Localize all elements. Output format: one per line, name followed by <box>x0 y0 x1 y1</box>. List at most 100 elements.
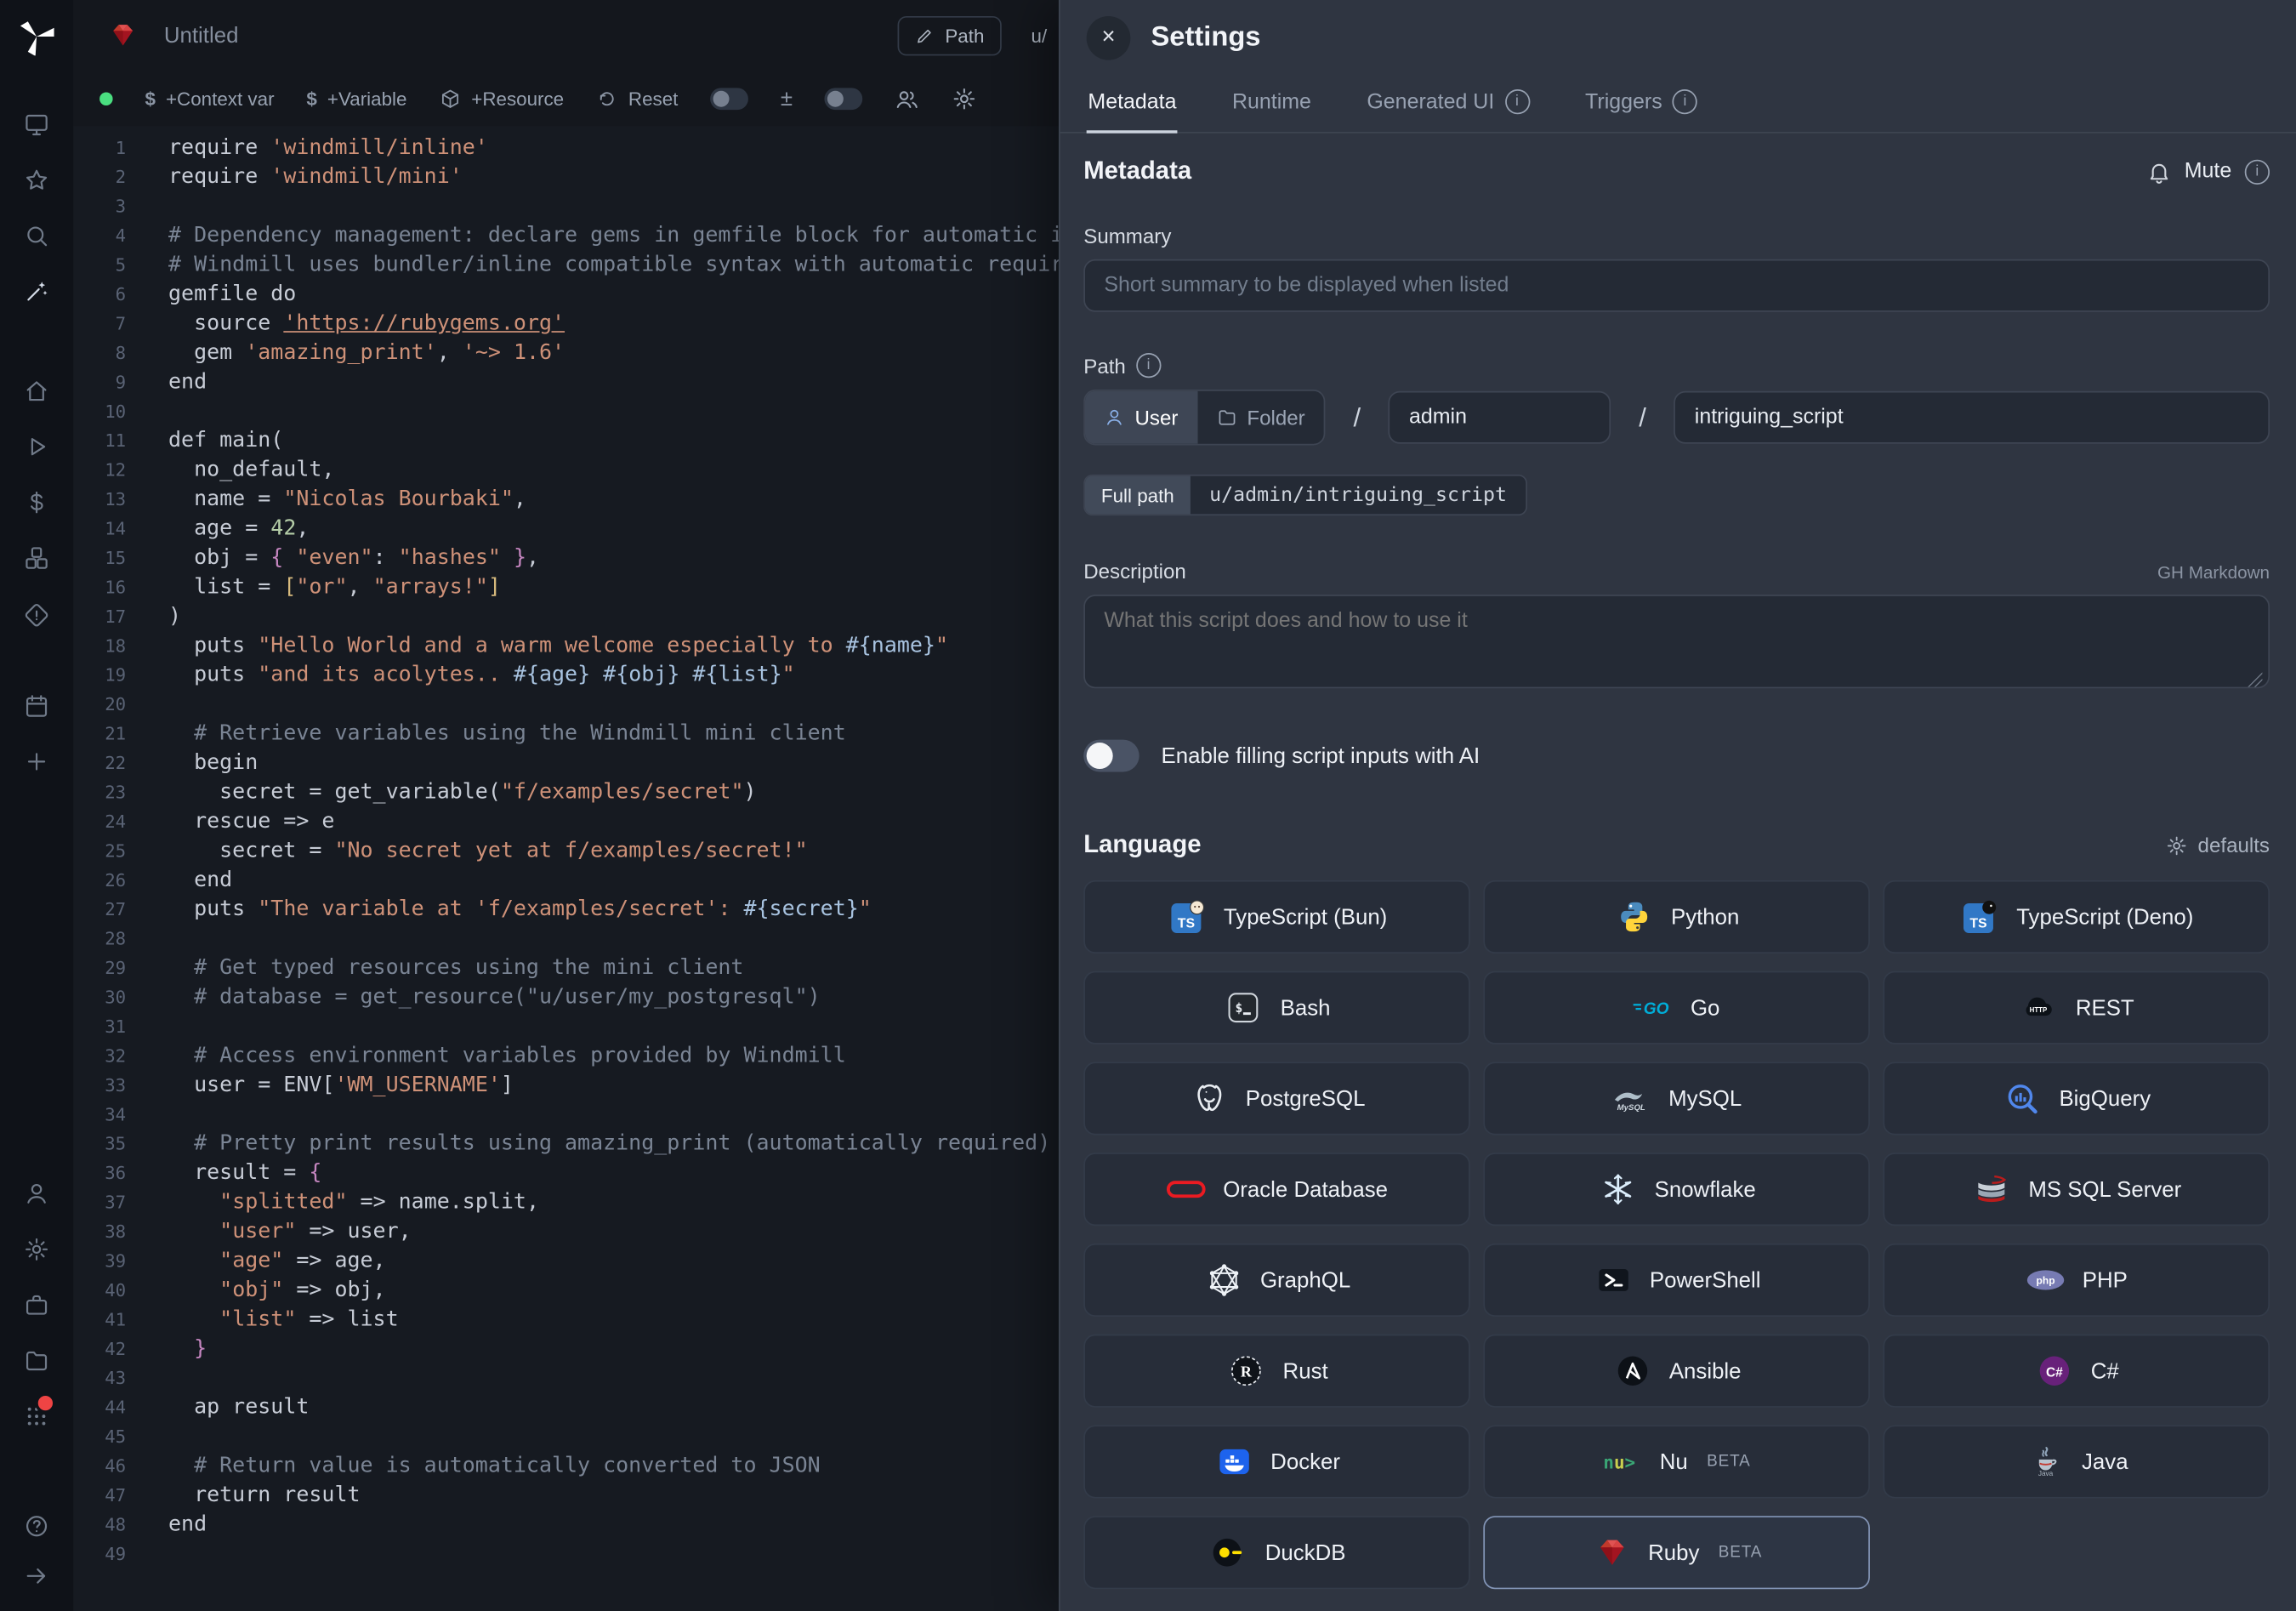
grid-icon[interactable] <box>0 1396 73 1437</box>
line-number: 44 <box>73 1393 126 1422</box>
collaborators-icon[interactable] <box>895 86 920 111</box>
language-button-rust[interactable]: RRust <box>1083 1335 1470 1408</box>
line-number: 43 <box>73 1363 126 1392</box>
gear-icon[interactable] <box>0 1229 73 1270</box>
reset-button[interactable]: Reset <box>596 87 678 109</box>
language-label: Python <box>1671 904 1739 929</box>
calendar-icon[interactable] <box>0 686 73 726</box>
arrow-right-icon[interactable] <box>0 1556 73 1597</box>
search-icon[interactable] <box>0 215 73 256</box>
language-button-ms-sql-server[interactable]: MS SQL Server <box>1883 1153 2270 1226</box>
editor-toggle-2[interactable] <box>825 87 863 109</box>
line-number: 10 <box>73 397 126 426</box>
tab-triggers[interactable]: Triggers <box>1583 77 1698 134</box>
info-icon[interactable] <box>1136 353 1161 378</box>
language-button-graphql[interactable]: GraphQL <box>1083 1244 1470 1317</box>
gh-markdown-hint: GH Markdown <box>2157 562 2270 583</box>
code-editor[interactable]: 1require 'windmill/inline'2require 'wind… <box>73 126 1059 1611</box>
info-icon[interactable] <box>2245 159 2270 184</box>
language-button-c-[interactable]: C#C# <box>1883 1335 2270 1408</box>
info-icon[interactable] <box>1673 89 1697 114</box>
language-button-go[interactable]: GO Go <box>1483 971 1870 1045</box>
editor-settings-icon[interactable] <box>952 86 977 111</box>
language-button-ansible[interactable]: Ansible <box>1483 1335 1870 1408</box>
language-button-java[interactable]: JavaJava <box>1883 1425 2270 1498</box>
plus-icon[interactable] <box>0 741 73 782</box>
language-button-docker[interactable]: Docker <box>1083 1425 1470 1498</box>
help-icon[interactable] <box>0 1506 73 1546</box>
reset-icon <box>596 87 618 109</box>
code-line: 21 # Retrieve variables using the Windmi… <box>73 719 1059 748</box>
line-number: 8 <box>73 339 126 367</box>
go-icon: GO <box>1634 988 1674 1027</box>
language-button-rest[interactable]: HTTPREST <box>1883 971 2270 1045</box>
path-owner-input[interactable] <box>1389 391 1611 444</box>
code-line: 4# Dependency management: declare gems i… <box>73 221 1059 250</box>
mute-button[interactable]: Mute <box>2146 159 2270 184</box>
user-icon[interactable] <box>0 1173 73 1214</box>
language-button-mysql[interactable]: MySQLMySQL <box>1483 1062 1870 1135</box>
windmill-logo-icon[interactable] <box>18 18 56 56</box>
description-textarea[interactable] <box>1083 595 2270 688</box>
add-context-var-button[interactable]: $ +Context var <box>145 87 274 109</box>
language-button-postgresql[interactable]: PostgreSQL <box>1083 1062 1470 1135</box>
language-button-bigquery[interactable]: BigQuery <box>1883 1062 2270 1135</box>
language-button-php[interactable]: phpPHP <box>1883 1244 2270 1317</box>
language-button-nu[interactable]: nu>NuBETA <box>1483 1425 1870 1498</box>
add-variable-label: +Variable <box>327 87 407 109</box>
language-button-oracle-database[interactable]: Oracle Database <box>1083 1153 1470 1226</box>
line-number: 5 <box>73 250 126 279</box>
dollar-icon[interactable] <box>0 482 73 523</box>
bash-icon: $ <box>1223 988 1264 1027</box>
tab-generated-ui[interactable]: Generated UI <box>1366 77 1532 134</box>
monitor-icon[interactable] <box>0 104 73 145</box>
language-button-powershell[interactable]: PowerShell <box>1483 1244 1870 1317</box>
path-name-input[interactable] <box>1674 391 2270 444</box>
pencil-icon <box>916 26 935 44</box>
folder-icon[interactable] <box>0 1341 73 1381</box>
language-label: Nu <box>1660 1449 1688 1474</box>
tab-metadata[interactable]: Metadata <box>1087 77 1179 134</box>
line-number: 46 <box>73 1451 126 1480</box>
code-line: 19 puts "and its acolytes.. #{age} #{obj… <box>73 661 1059 690</box>
line-number: 48 <box>73 1510 126 1539</box>
briefcase-icon[interactable] <box>0 1284 73 1325</box>
code-line: 43 <box>73 1363 1059 1392</box>
owner-kind-folder[interactable]: Folder <box>1197 391 1324 444</box>
owner-kind-user[interactable]: User <box>1085 391 1197 444</box>
star-icon[interactable] <box>0 160 73 201</box>
language-button-python[interactable]: Python <box>1483 880 1870 954</box>
ai-fill-toggle[interactable] <box>1083 740 1139 772</box>
line-number: 35 <box>73 1130 126 1158</box>
language-button-snowflake[interactable]: Snowflake <box>1483 1153 1870 1226</box>
language-button-bash[interactable]: $Bash <box>1083 971 1470 1045</box>
language-button-typescript-deno-[interactable]: TSTypeScript (Deno) <box>1883 880 2270 954</box>
alert-diamond-icon[interactable] <box>0 595 73 635</box>
language-label: Go <box>1691 995 1719 1020</box>
blocks-icon[interactable] <box>0 538 73 578</box>
diff-icon[interactable]: ± <box>781 86 793 111</box>
code-line: 20 <box>73 690 1059 719</box>
home-icon[interactable] <box>0 371 73 412</box>
info-icon[interactable] <box>1504 89 1529 114</box>
language-button-typescript-bun-[interactable]: TSTypeScript (Bun) <box>1083 880 1470 954</box>
code-line: 37 "splitted" => name.split, <box>73 1187 1059 1216</box>
language-heading: Language <box>1083 830 1201 859</box>
language-button-duckdb[interactable]: DuckDB <box>1083 1516 1470 1589</box>
editor-toggle-1[interactable] <box>710 87 748 109</box>
add-variable-button[interactable]: $ +Variable <box>306 87 406 109</box>
close-icon[interactable]: × <box>1087 16 1131 60</box>
code-line: 27 puts "The variable at 'f/examples/sec… <box>73 895 1059 924</box>
play-icon[interactable] <box>0 426 73 467</box>
path-button[interactable]: Path <box>898 15 1002 54</box>
line-number: 12 <box>73 456 126 485</box>
graphql-icon <box>1203 1261 1244 1300</box>
defaults-button[interactable]: defaults <box>2166 834 2270 857</box>
summary-input[interactable] <box>1083 259 2270 312</box>
tab-runtime[interactable]: Runtime <box>1230 77 1312 134</box>
svg-text:$: $ <box>1236 1001 1243 1016</box>
wand-icon[interactable] <box>0 271 73 312</box>
language-button-ruby[interactable]: RubyBETA <box>1483 1516 1870 1589</box>
add-resource-button[interactable]: +Resource <box>439 87 564 109</box>
script-title-input[interactable] <box>161 21 518 49</box>
